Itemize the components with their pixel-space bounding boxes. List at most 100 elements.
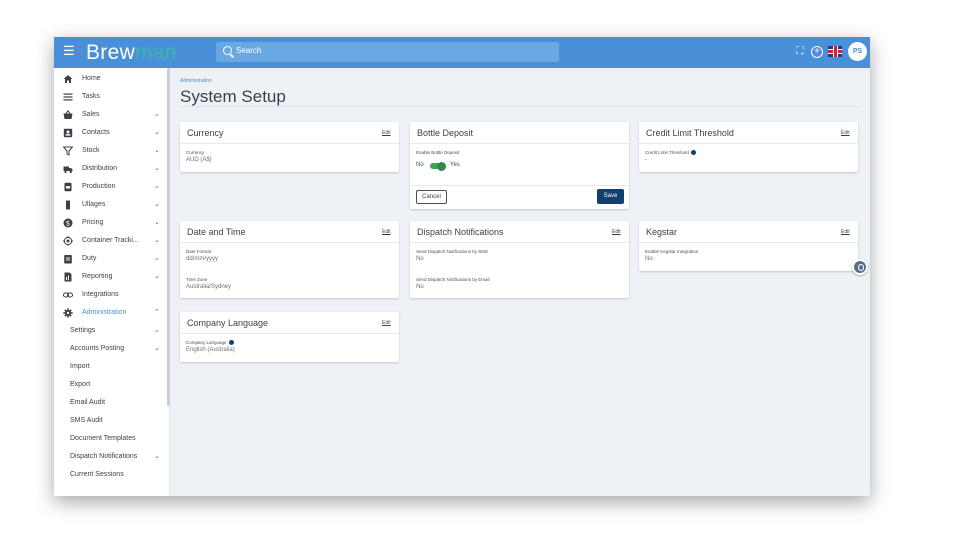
sidebar-subitem-import[interactable]: Import: [54, 358, 170, 376]
sidebar-item-label: Accounts Posting: [70, 345, 125, 352]
sidebar-item-home[interactable]: Home: [54, 70, 170, 88]
chevron-down-icon: ⌄: [154, 129, 160, 136]
bottle-deposit-card: Bottle Deposit Enable Bottle Deposit No …: [410, 122, 629, 209]
home-icon: [63, 75, 73, 83]
dispatch-email-value: No: [416, 284, 424, 290]
currency-value: AUD (A$): [186, 157, 212, 163]
sidebar-subitem-email-audit[interactable]: Email Audit: [54, 394, 170, 412]
chevron-down-icon: ⌄: [154, 147, 160, 154]
report-icon: [64, 272, 72, 282]
search-icon: [223, 46, 232, 55]
hamburger-menu-icon[interactable]: ☰: [63, 44, 77, 58]
chevron-down-icon: ⌄: [154, 453, 160, 460]
sidebar-item-label: Import: [70, 363, 90, 370]
sidebar-subitem-document-templates[interactable]: Document Templates: [54, 430, 170, 448]
currency-card: Currency Edit Currency AUD (A$): [180, 122, 399, 172]
sidebar-item-contacts[interactable]: Contacts ⌄: [54, 124, 170, 142]
card-footer-divider: [410, 185, 629, 186]
sidebar-subitem-sms-audit[interactable]: SMS Audit: [54, 412, 170, 430]
save-button[interactable]: Save: [597, 189, 624, 204]
date-format-value: dd/mm/yyyy: [186, 256, 219, 262]
help-chat-icon[interactable]: [852, 259, 868, 275]
title-divider: [180, 106, 860, 107]
dispatch-edit-link[interactable]: Edit: [612, 229, 621, 235]
credit-limit-value: -: [645, 157, 647, 163]
sidebar-subitem-current-sessions[interactable]: Current Sessions: [54, 466, 170, 484]
svg-text:$: $: [66, 220, 70, 228]
sidebar-item-container-tracking[interactable]: Container Tracki... ⌄: [54, 232, 170, 250]
time-zone-value: Australia/Sydney: [186, 284, 232, 290]
credit-limit-card: Credit Limit Threshold Edit Credit Limit…: [639, 122, 858, 172]
logo-main-text: Brew: [86, 41, 136, 64]
sidebar-item-label: Ullages: [82, 201, 106, 208]
card-title: Date and Time: [187, 227, 246, 237]
credit-limit-label: Credit Limit Threshold: [645, 150, 696, 156]
card-divider: [180, 143, 399, 144]
uk-flag-icon[interactable]: [828, 46, 842, 57]
sidebar-item-administration[interactable]: Administration ⌃: [54, 304, 170, 322]
sidebar-subitem-dispatch-notifications[interactable]: Dispatch Notifications ⌄: [54, 448, 170, 466]
search-input[interactable]: Search: [216, 42, 559, 62]
currency-edit-link[interactable]: Edit: [382, 130, 391, 136]
app-window: ☰ Brewman Search ⛶ + PS Home Tasks Sales…: [54, 37, 870, 496]
sidebar-subitem-settings[interactable]: Settings ⌄: [54, 322, 170, 340]
list-icon: [63, 93, 73, 101]
sidebar-subitem-export[interactable]: Export: [54, 376, 170, 394]
toggle-off-label: No: [416, 162, 424, 168]
breadcrumb[interactable]: Administration: [180, 78, 212, 84]
brand-logo[interactable]: Brewman: [86, 41, 177, 65]
chevron-down-icon: ⌄: [154, 183, 160, 190]
sidebar-item-reporting[interactable]: Reporting ⌄: [54, 268, 170, 286]
sidebar-item-label: Pricing: [82, 219, 104, 226]
sidebar-item-stock[interactable]: Stock ⌄: [54, 142, 170, 160]
card-title: Dispatch Notifications: [417, 227, 504, 237]
sidebar-item-ullages[interactable]: Ullages ⌄: [54, 196, 170, 214]
add-circle-icon[interactable]: +: [811, 46, 823, 58]
clipboard-icon: [64, 255, 72, 264]
sidebar-subitem-accounts-posting[interactable]: Accounts Posting ⌄: [54, 340, 170, 358]
bottle-deposit-label: Enable Bottle Deposit: [416, 150, 460, 155]
sidebar-item-tasks[interactable]: Tasks: [54, 88, 170, 106]
info-icon[interactable]: [690, 150, 696, 156]
chevron-down-icon: ⌄: [154, 255, 160, 262]
card-title: Company Language: [187, 318, 269, 328]
cancel-button[interactable]: Cancel: [416, 190, 447, 204]
fullscreen-icon[interactable]: ⛶: [794, 46, 806, 58]
chevron-up-icon: ⌃: [154, 309, 160, 316]
target-icon: [63, 236, 73, 246]
company-language-edit-link[interactable]: Edit: [382, 320, 391, 326]
sidebar: Home Tasks Sales ⌄ Contacts ⌄ Stock ⌄ Di…: [54, 68, 170, 496]
sidebar-item-label: Settings: [70, 327, 96, 334]
credit-limit-label-text: Credit Limit Threshold: [645, 150, 689, 155]
sidebar-item-production[interactable]: Production ⌄: [54, 178, 170, 196]
sidebar-item-pricing[interactable]: $ Pricing ⌄: [54, 214, 170, 232]
sidebar-item-sales[interactable]: Sales ⌄: [54, 106, 170, 124]
company-language-card: Company Language Edit Company Language E…: [180, 312, 399, 362]
chevron-down-icon: ⌄: [154, 111, 160, 118]
card-divider: [180, 333, 399, 334]
sidebar-item-distribution[interactable]: Distribution ⌄: [54, 160, 170, 178]
user-avatar[interactable]: PS: [848, 42, 867, 61]
info-icon[interactable]: [228, 340, 234, 346]
sidebar-item-label: Contacts: [82, 129, 110, 136]
card-divider: [410, 242, 629, 243]
dispatch-sms-label: Send Dispatch Notifications by SMS: [416, 249, 489, 254]
card-title: Kegstar: [646, 227, 678, 237]
basket-icon: [63, 110, 73, 119]
contacts-icon: [63, 128, 73, 138]
date-time-edit-link[interactable]: Edit: [382, 229, 391, 235]
truck-icon: [63, 166, 73, 174]
sidebar-item-integrations[interactable]: Integrations: [54, 286, 170, 304]
company-language-value: English (Australia): [186, 347, 235, 353]
bottle-deposit-toggle[interactable]: [430, 161, 446, 171]
time-zone-label: Time Zone: [186, 277, 208, 282]
company-language-label: Company Language: [186, 340, 234, 346]
chevron-down-icon: ⌄: [154, 165, 160, 172]
sidebar-item-label: Sales: [82, 111, 100, 118]
sidebar-item-duty[interactable]: Duty ⌄: [54, 250, 170, 268]
sidebar-item-label: Tasks: [82, 93, 100, 100]
kegstar-edit-link[interactable]: Edit: [841, 229, 850, 235]
credit-limit-edit-link[interactable]: Edit: [841, 130, 850, 136]
dispatch-sms-value: No: [416, 256, 424, 262]
card-divider: [410, 143, 629, 144]
